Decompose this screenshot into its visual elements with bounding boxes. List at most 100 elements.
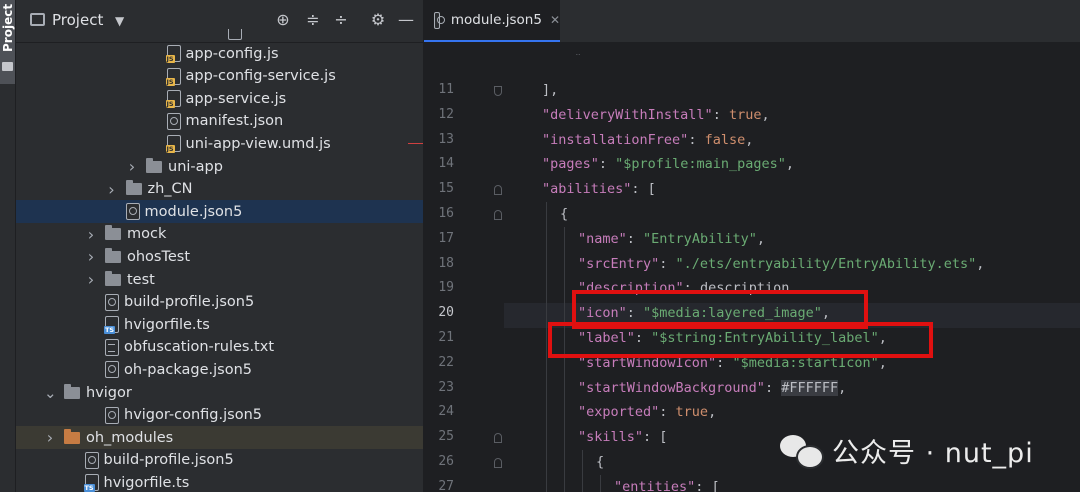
chevron-down-icon[interactable]: ⌄ xyxy=(44,385,57,400)
tree-item-label: build-profile.json5 xyxy=(103,452,234,469)
tree-folder[interactable]: › ohosTest xyxy=(16,245,423,268)
clipped-file-icon xyxy=(228,29,242,42)
fold-marker-icon[interactable] xyxy=(494,185,502,196)
tab-module-json5[interactable]: module.json5 ✕ xyxy=(424,0,560,42)
indent-guide xyxy=(546,400,547,426)
js-file-icon: JS xyxy=(165,90,181,109)
tree-folder[interactable]: › zh_CN xyxy=(16,178,423,201)
indent-guide xyxy=(564,375,565,401)
folder-icon xyxy=(105,247,121,263)
close-icon[interactable]: ✕ xyxy=(550,13,560,27)
indent-guide xyxy=(564,226,565,252)
tree-file[interactable]: oh-package.json5 xyxy=(16,358,423,381)
fold-marker-icon[interactable] xyxy=(494,210,502,220)
tree-item-label: uni-app xyxy=(168,158,223,175)
indent-guide xyxy=(546,276,547,302)
tree-file[interactable]: JS app-config-service.js xyxy=(16,65,423,88)
tree-file[interactable]: JS app-config.js xyxy=(16,42,423,65)
code-line: "deliveryWithInstall": true, xyxy=(542,106,770,123)
tree-folder[interactable]: › oh_modules xyxy=(16,426,423,450)
tree-file[interactable]: build-profile.json5 xyxy=(16,449,423,472)
line-number: 27 xyxy=(438,478,454,492)
tree-item-label: app-service.js xyxy=(185,90,287,107)
line-number: 18 xyxy=(438,255,454,271)
tree-folder[interactable]: › uni-app xyxy=(16,155,423,178)
tree-item-label: hvigorfile.ts xyxy=(103,474,190,491)
line-number: 17 xyxy=(438,230,454,246)
tree-folder[interactable]: ⌄ hvigor xyxy=(16,381,423,404)
code-line: "srcEntry": "./ets/entryability/EntryAbi… xyxy=(578,255,985,272)
indent-guide xyxy=(564,474,565,492)
tree-file[interactable]: manifest.json xyxy=(16,110,423,133)
tree-folder[interactable]: › mock xyxy=(16,223,423,246)
chevron-right-icon[interactable]: › xyxy=(85,225,97,244)
fold-marker-icon[interactable] xyxy=(494,86,502,96)
code-line: "entities": [ xyxy=(614,478,720,492)
project-tool-label: Project xyxy=(0,4,15,53)
line-number: 15 xyxy=(438,181,454,197)
tree-item-label: hvigorfile.ts xyxy=(124,316,210,333)
line-number: 20 xyxy=(438,305,454,321)
watermark-text: 公众号 · nut_pi xyxy=(832,437,1034,469)
project-tool-tab[interactable]: Project xyxy=(0,0,15,84)
chevron-right-icon[interactable]: › xyxy=(44,428,56,447)
folder-icon xyxy=(146,157,162,173)
chevron-down-icon[interactable]: ▼ xyxy=(115,14,124,28)
folder-icon xyxy=(125,180,142,196)
indent-guide xyxy=(564,400,565,426)
indent-guide xyxy=(546,474,547,492)
tree-item-label: hvigor-config.json5 xyxy=(124,407,262,424)
indent-guide xyxy=(546,226,547,252)
tree-file[interactable]: TS hvigorfile.ts xyxy=(16,313,423,336)
chevron-right-icon[interactable]: › xyxy=(126,157,138,176)
chevron-right-icon[interactable]: › xyxy=(106,180,118,199)
json-file-icon xyxy=(105,293,119,311)
line-number: 23 xyxy=(438,379,454,395)
js-file-icon: JS xyxy=(165,67,181,86)
tree-item-label: ohosTest xyxy=(127,248,191,265)
indent-guide xyxy=(564,276,565,302)
line-number: 19 xyxy=(438,280,454,296)
chevron-right-icon[interactable]: › xyxy=(85,270,97,289)
folder-icon[interactable] xyxy=(2,62,13,71)
tree-file[interactable]: module.json5 xyxy=(16,200,423,224)
tree-file[interactable]: TS hvigorfile.ts xyxy=(16,471,423,492)
line-number: 12 xyxy=(438,106,454,122)
target-icon[interactable]: ⊕ xyxy=(273,10,293,30)
code-line: "installationFree": false, xyxy=(542,131,754,148)
tree-item-label: build-profile.json5 xyxy=(124,294,255,311)
line-number: 21 xyxy=(438,330,454,345)
line-number: 24 xyxy=(438,404,454,420)
tree-file[interactable]: obfuscation-rules.txt xyxy=(16,336,423,359)
tool-window-stripe: Project xyxy=(0,0,16,492)
gear-icon[interactable]: ⚙ xyxy=(368,10,388,30)
tree-file[interactable]: build-profile.json5 xyxy=(16,291,423,314)
line-number: 26 xyxy=(438,454,454,469)
wechat-logo-icon xyxy=(780,433,824,469)
tree-folder[interactable]: › test xyxy=(16,268,423,291)
tree-item-label: module.json5 xyxy=(144,203,243,220)
line-number: 13 xyxy=(438,131,454,147)
tree-file[interactable]: JS uni-app-view.umd.js xyxy=(16,132,423,155)
tree-file[interactable]: JS app-service.js xyxy=(16,87,423,110)
editor-tab-bar: module.json5 ✕ xyxy=(424,0,1080,43)
expand-all-icon[interactable]: ≑ xyxy=(303,10,323,30)
minimize-icon[interactable]: — xyxy=(396,10,416,30)
collapse-all-icon[interactable]: ÷ xyxy=(331,10,351,30)
fold-marker-icon[interactable] xyxy=(494,433,502,444)
folder-icon xyxy=(64,383,80,399)
fold-marker-icon[interactable] xyxy=(494,458,502,468)
tree-file[interactable]: hvigor-config.json5 xyxy=(16,404,423,427)
indent-guide xyxy=(564,425,565,450)
folder-icon xyxy=(105,225,121,241)
code-editor: module.json5 ✕ 11 12 13 14 15 16 17 18 19 20 21 22 2… xyxy=(424,0,1080,492)
indent-guide xyxy=(546,350,547,376)
indent-guide xyxy=(600,474,601,492)
clipped-line-number xyxy=(424,50,454,64)
code-line: { xyxy=(560,206,569,222)
line-number: 22 xyxy=(438,354,454,370)
chevron-right-icon[interactable]: › xyxy=(85,247,97,266)
tree-item-label: test xyxy=(127,271,155,288)
project-view-icon xyxy=(30,13,45,26)
project-panel-title[interactable]: Project xyxy=(52,11,103,29)
